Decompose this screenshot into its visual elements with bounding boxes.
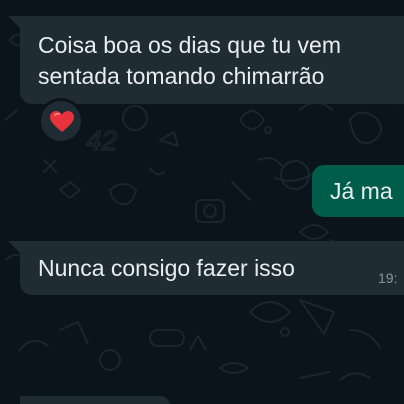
heart-icon	[50, 111, 74, 132]
message-timestamp: 19:	[378, 270, 398, 286]
incoming-message-bubble[interactable]: Nunca consigo fazer isso 19:	[20, 241, 404, 295]
incoming-message-bubble[interactable]: Coisa boa os dias que tu vem sentada tom…	[20, 16, 404, 104]
message-text: Nunca consigo fazer isso	[38, 255, 295, 281]
outgoing-message-bubble[interactable]: Já ma	[312, 165, 404, 217]
message-reaction[interactable]	[38, 98, 84, 144]
chat-screen: 42 Coisa boa os dias que tu vem sentada …	[0, 0, 404, 404]
incoming-message-bubble-partial[interactable]	[20, 396, 170, 404]
wallpaper-doodle-text: 42	[86, 125, 118, 156]
message-text: Coisa boa os dias que tu vem sentada tom…	[38, 32, 342, 89]
message-text: Já ma	[330, 178, 393, 204]
